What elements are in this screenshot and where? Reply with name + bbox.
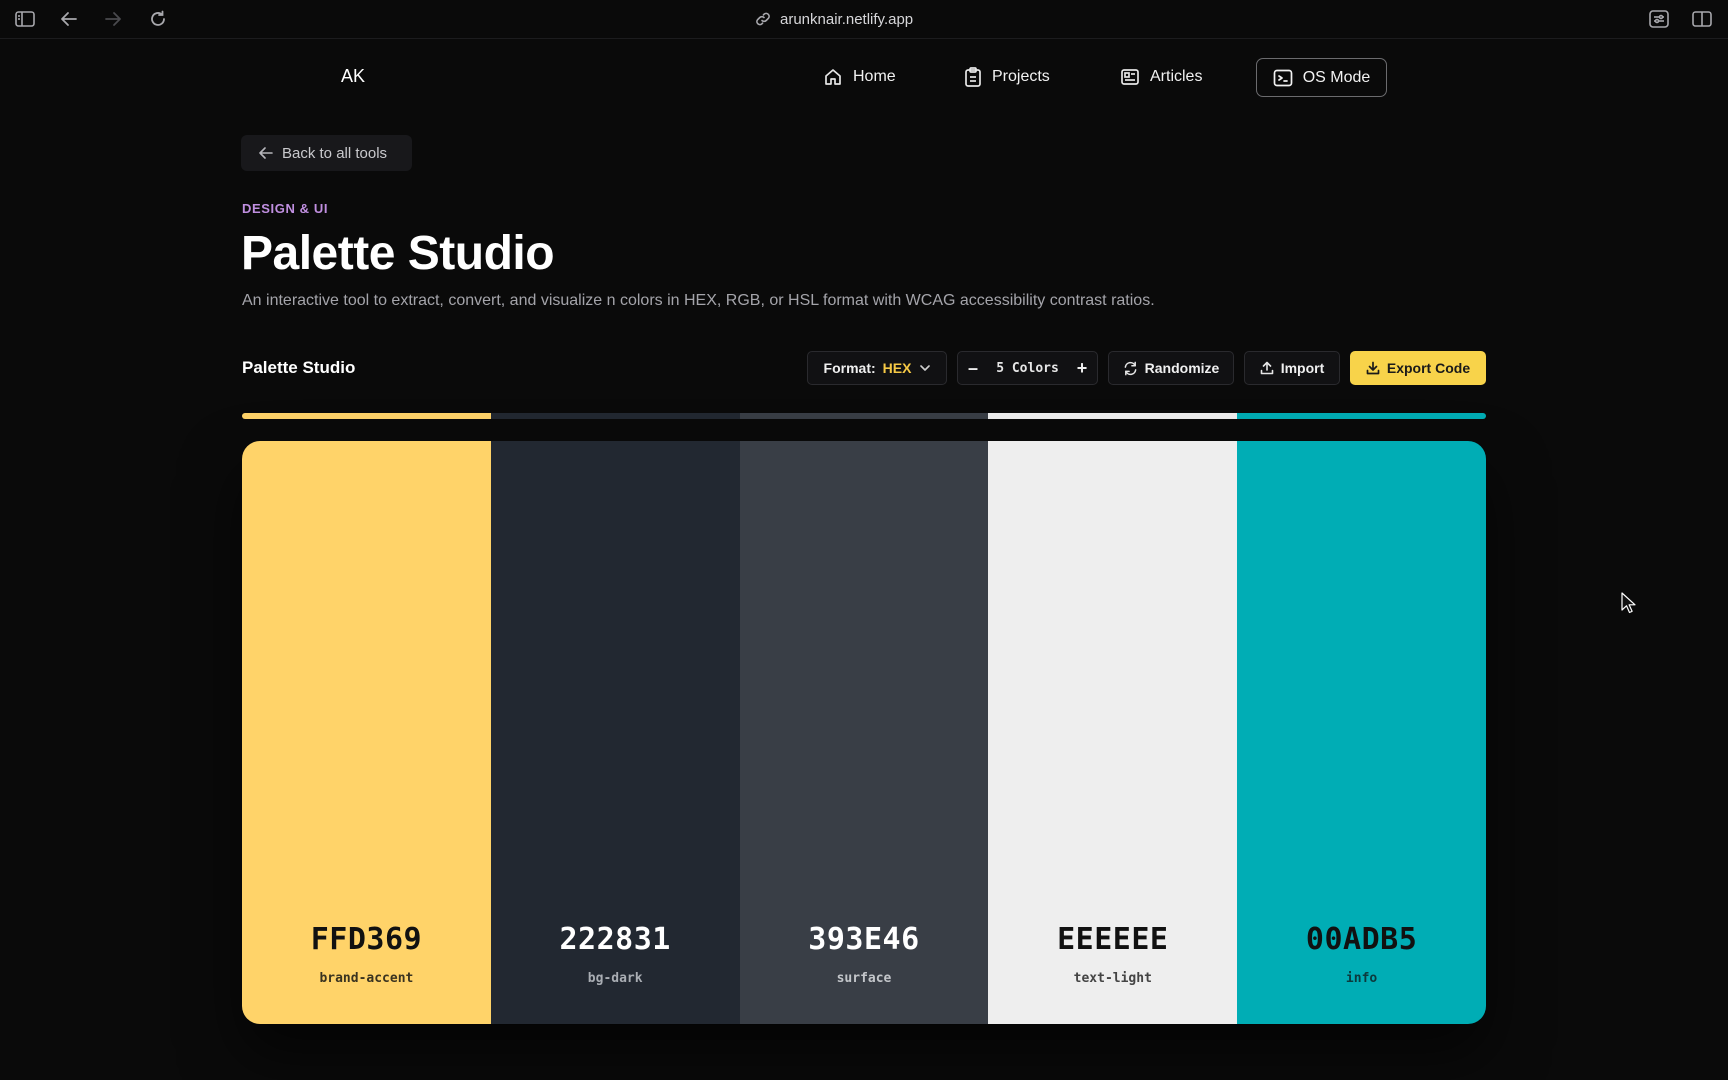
color-swatch-surface[interactable]: 393E46 surface — [739, 441, 989, 1024]
arrow-left-icon — [259, 147, 273, 159]
link-icon — [755, 11, 771, 27]
swatch-hex-value[interactable]: FFD369 — [242, 922, 491, 957]
strip-segment-surface — [739, 413, 989, 419]
back-to-tools-button[interactable]: Back to all tools — [241, 135, 412, 171]
color-swatch-brand-accent[interactable]: FFD369 brand-accent — [242, 441, 491, 1024]
split-view-icon[interactable] — [1690, 8, 1714, 30]
color-swatch-info[interactable]: 00ADB5 info — [1237, 441, 1486, 1024]
format-select[interactable]: Format: HEX — [807, 351, 947, 385]
palette-indicator-strip — [242, 413, 1486, 419]
color-count-value: 5 Colors — [996, 360, 1059, 376]
swatch-name: surface — [836, 971, 892, 986]
swatch-name: brand-accent — [319, 971, 414, 986]
swatch-name: bg-dark — [587, 971, 643, 986]
import-button[interactable]: Import — [1244, 351, 1340, 385]
forward-arrow-icon[interactable] — [101, 8, 125, 30]
randomize-label: Randomize — [1144, 360, 1220, 376]
download-icon — [1366, 361, 1380, 375]
chevron-down-icon — [920, 364, 931, 372]
terminal-icon — [1273, 69, 1293, 87]
swatch-name: info — [1345, 971, 1378, 986]
nav-home[interactable]: Home — [823, 60, 896, 93]
export-code-label: Export Code — [1386, 360, 1471, 376]
browser-toolbar: arunknair.netlify.app — [0, 0, 1728, 39]
format-value: HEX — [882, 360, 912, 376]
home-icon — [823, 67, 843, 87]
swatch-hex-value[interactable]: 222831 — [491, 922, 740, 957]
upload-icon — [1260, 361, 1274, 375]
strip-segment-text-light — [988, 413, 1238, 419]
increment-button[interactable]: + — [1067, 352, 1097, 384]
swatch-hex-value[interactable]: 00ADB5 — [1237, 922, 1486, 957]
nav-projects-label: Projects — [992, 67, 1050, 85]
decrement-button[interactable]: – — [958, 352, 988, 384]
format-label: Format: — [823, 360, 876, 376]
swatch-hex-value[interactable]: EEEEEE — [988, 922, 1237, 957]
category-label: DESIGN & UI — [242, 201, 329, 216]
url-text: arunknair.netlify.app — [780, 10, 914, 28]
strip-segment-info — [1237, 413, 1486, 419]
nav-os-mode-button[interactable]: OS Mode — [1256, 58, 1387, 97]
color-swatch-text-light[interactable]: EEEEEE text-light — [988, 441, 1238, 1024]
swatch-hex-value[interactable]: 393E46 — [740, 922, 989, 957]
nav-projects[interactable]: Projects — [964, 60, 1050, 93]
color-count-stepper: – 5 Colors + — [957, 351, 1098, 385]
tool-title: Palette Studio — [242, 358, 356, 377]
sidebar-toggle-icon[interactable] — [13, 8, 37, 30]
back-arrow-icon[interactable] — [57, 8, 81, 30]
mouse-cursor-icon — [1621, 592, 1637, 619]
nav-articles-label: Articles — [1150, 67, 1203, 85]
nav-os-mode-label: OS Mode — [1302, 68, 1371, 86]
clipboard-icon — [964, 66, 982, 87]
back-to-tools-label: Back to all tools — [282, 144, 388, 162]
swatch-name: text-light — [1073, 971, 1152, 986]
color-swatch-bg-dark[interactable]: 222831 bg-dark — [490, 441, 740, 1024]
strip-segment-bg-dark — [490, 413, 740, 419]
import-label: Import — [1280, 360, 1325, 376]
nav-home-label: Home — [853, 67, 896, 85]
page-title: Palette Studio — [241, 227, 555, 280]
strip-segment-brand-accent — [242, 413, 491, 419]
extensions-icon[interactable] — [1647, 8, 1671, 30]
export-code-button[interactable]: Export Code — [1350, 351, 1486, 385]
newspaper-icon — [1120, 68, 1140, 86]
site-logo[interactable]: AK — [341, 66, 365, 87]
reload-icon[interactable] — [146, 8, 170, 30]
page-description: An interactive tool to extract, convert,… — [242, 292, 1155, 309]
refresh-icon — [1123, 361, 1138, 376]
palette-swatches: FFD369 brand-accent 222831 bg-dark 393E46 sur… — [242, 441, 1486, 1024]
randomize-button[interactable]: Randomize — [1108, 351, 1234, 385]
nav-articles[interactable]: Articles — [1120, 60, 1202, 93]
address-bar[interactable]: arunknair.netlify.app — [755, 8, 913, 30]
